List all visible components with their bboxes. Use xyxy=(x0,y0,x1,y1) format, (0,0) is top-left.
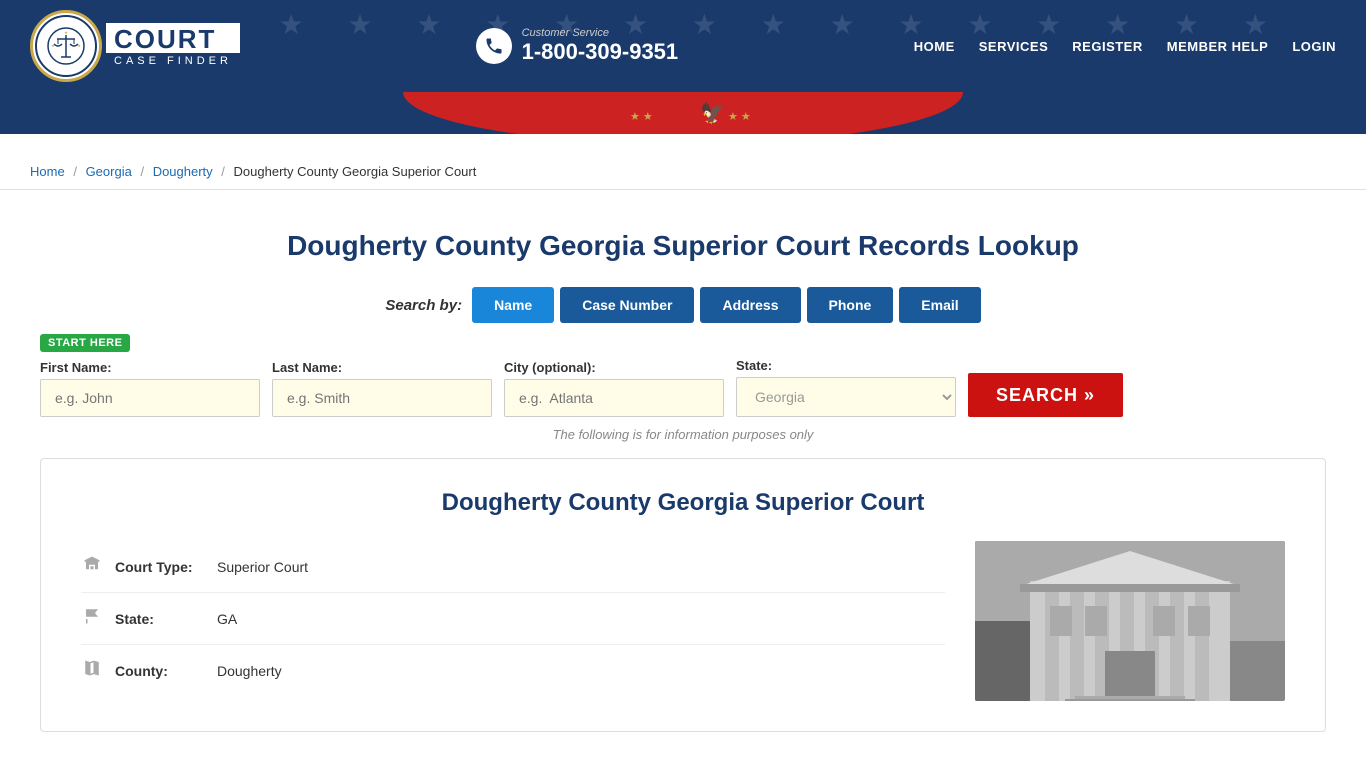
logo-circle: ★ ★ ★ xyxy=(30,10,102,82)
svg-text:★: ★ xyxy=(51,43,55,48)
phone-icon xyxy=(476,28,512,64)
last-name-input[interactable] xyxy=(272,379,492,417)
main-nav: HOME SERVICES REGISTER MEMBER HELP LOGIN xyxy=(914,39,1336,54)
map-icon xyxy=(81,659,103,682)
breadcrumb-georgia[interactable]: Georgia xyxy=(86,164,132,179)
logo-case-finder-text: CASE FINDER xyxy=(106,53,240,69)
info-note: The following is for information purpose… xyxy=(40,427,1326,442)
nav-services[interactable]: SERVICES xyxy=(979,39,1049,54)
nav-home[interactable]: HOME xyxy=(914,39,955,54)
search-button[interactable]: SEARCH » xyxy=(968,373,1123,417)
first-name-input[interactable] xyxy=(40,379,260,417)
state-key: State: xyxy=(115,611,205,627)
header-arc-section: ★ ★ 🦅 ★ ★ xyxy=(0,92,1366,144)
breadcrumb-dougherty[interactable]: Dougherty xyxy=(153,164,213,179)
county-key: County: xyxy=(115,663,205,679)
page-title: Dougherty County Georgia Superior Court … xyxy=(40,230,1326,262)
court-card-title: Dougherty County Georgia Superior Court xyxy=(81,489,1285,517)
court-type-key: Court Type: xyxy=(115,559,205,575)
nav-login[interactable]: LOGIN xyxy=(1292,39,1336,54)
court-card: Dougherty County Georgia Superior Court … xyxy=(40,458,1326,732)
first-name-label: First Name: xyxy=(40,360,260,375)
breadcrumb-sep-1: / xyxy=(73,164,77,179)
scales-icon: ★ ★ ★ xyxy=(47,27,85,65)
city-label: City (optional): xyxy=(504,360,724,375)
building-icon xyxy=(81,555,103,578)
svg-text:★: ★ xyxy=(77,43,81,48)
site-header: ★ ★ ★ COURT CASE FINDER Customer Service… xyxy=(0,0,1366,92)
phone-details: Customer Service 1-800-309-9351 xyxy=(522,27,679,65)
court-info-layout: Court Type: Superior Court State: GA xyxy=(81,541,1285,701)
phone-number: 1-800-309-9351 xyxy=(522,39,679,65)
court-details: Court Type: Superior Court State: GA xyxy=(81,541,945,696)
svg-text:★ ★: ★ ★ xyxy=(728,111,751,123)
city-input[interactable] xyxy=(504,379,724,417)
breadcrumb-sep-3: / xyxy=(221,164,225,179)
phone-area: Customer Service 1-800-309-9351 xyxy=(476,27,679,65)
phone-svg xyxy=(484,36,504,56)
arc-svg: ★ ★ 🦅 ★ ★ xyxy=(0,92,1366,144)
main-content: Dougherty County Georgia Superior Court … xyxy=(0,190,1366,752)
state-label: State: xyxy=(736,358,956,373)
logo-inner: ★ ★ ★ xyxy=(35,15,97,77)
court-type-val: Superior Court xyxy=(217,559,308,575)
city-group: City (optional): xyxy=(504,360,724,417)
search-by-label: Search by: xyxy=(385,297,462,314)
search-form-container: START HERE First Name: Last Name: City (… xyxy=(40,333,1326,417)
start-here-badge: START HERE xyxy=(40,333,1326,358)
breadcrumb-home[interactable]: Home xyxy=(30,164,65,179)
logo-court-text: COURT xyxy=(106,23,240,54)
court-image xyxy=(975,541,1285,701)
svg-text:🦅: 🦅 xyxy=(700,101,725,125)
state-select[interactable]: Georgia Alabama Alaska Arizona Arkansas … xyxy=(736,377,956,417)
breadcrumb-current: Dougherty County Georgia Superior Court xyxy=(234,164,477,179)
tab-name[interactable]: Name xyxy=(472,287,554,323)
svg-text:★: ★ xyxy=(64,30,68,35)
tab-email[interactable]: Email xyxy=(899,287,980,323)
breadcrumb-sep-2: / xyxy=(140,164,144,179)
nav-member-help[interactable]: MEMBER HELP xyxy=(1167,39,1269,54)
nav-register[interactable]: REGISTER xyxy=(1072,39,1142,54)
search-by-row: Search by: Name Case Number Address Phon… xyxy=(40,287,1326,323)
customer-service-label: Customer Service xyxy=(522,27,679,39)
svg-text:★ ★: ★ ★ xyxy=(630,111,653,123)
breadcrumb: Home / Georgia / Dougherty / Dougherty C… xyxy=(0,154,1366,190)
state-row: State: GA xyxy=(81,593,945,645)
logo-text: COURT CASE FINDER xyxy=(106,23,240,70)
first-name-group: First Name: xyxy=(40,360,260,417)
white-strip xyxy=(0,144,1366,154)
last-name-label: Last Name: xyxy=(272,360,492,375)
court-type-row: Court Type: Superior Court xyxy=(81,541,945,593)
county-row: County: Dougherty xyxy=(81,645,945,696)
tab-case-number[interactable]: Case Number xyxy=(560,287,694,323)
county-val: Dougherty xyxy=(217,663,282,679)
state-val: GA xyxy=(217,611,237,627)
tab-phone[interactable]: Phone xyxy=(807,287,894,323)
last-name-group: Last Name: xyxy=(272,360,492,417)
courthouse-svg xyxy=(975,541,1285,701)
state-group: State: Georgia Alabama Alaska Arizona Ar… xyxy=(736,358,956,417)
search-form-row: First Name: Last Name: City (optional): … xyxy=(40,358,1326,417)
tab-address[interactable]: Address xyxy=(700,287,800,323)
logo-area: ★ ★ ★ COURT CASE FINDER xyxy=(30,10,240,82)
flag-icon xyxy=(81,607,103,630)
